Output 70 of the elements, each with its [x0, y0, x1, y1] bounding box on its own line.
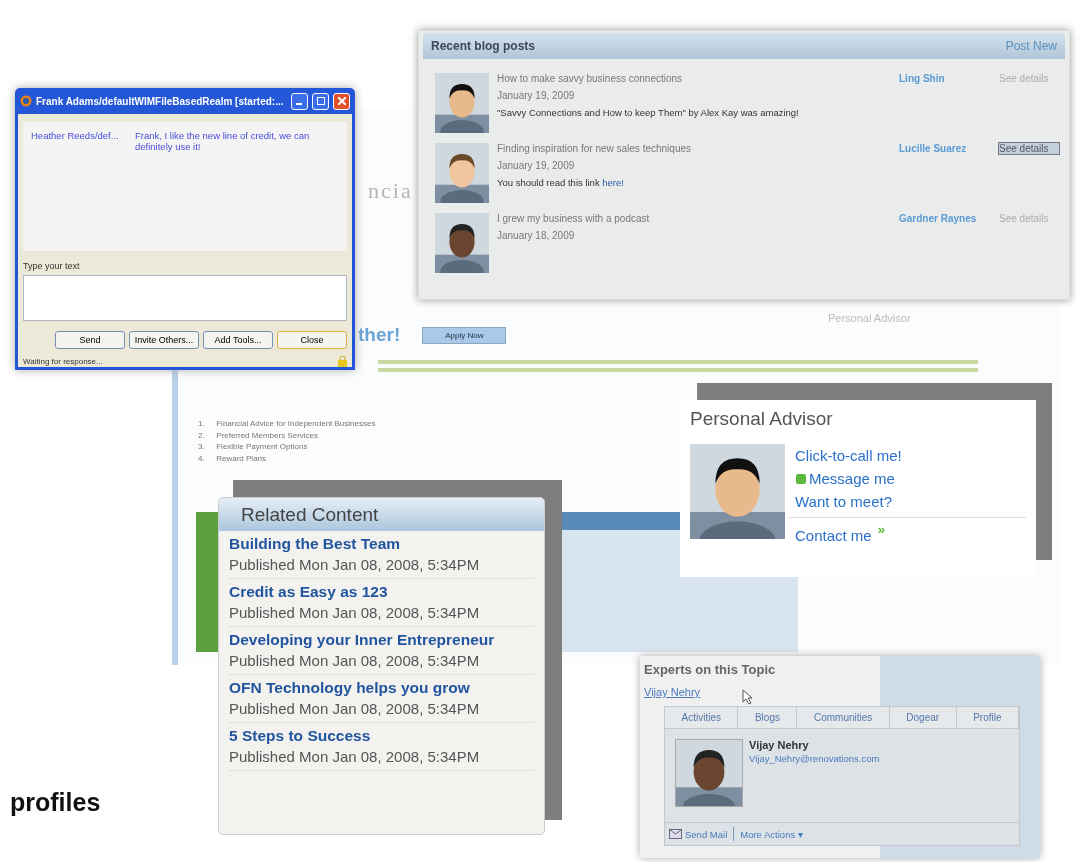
panel-title: Related Content [241, 503, 379, 526]
list-item: 1. Financial Advice for Independent Businesses [198, 418, 376, 430]
contact-me-link[interactable]: Contact me $^{»}$ [795, 524, 1026, 547]
dialog-button[interactable]: Send [55, 331, 125, 349]
here-link[interactable]: here! [602, 177, 624, 188]
tab[interactable]: Activities [665, 707, 739, 728]
apply-button[interactable]: Apply Now [422, 326, 507, 344]
person-name: Vijay Nehry [749, 739, 810, 751]
advisor-link[interactable]: Message me [795, 467, 1026, 490]
article-link[interactable]: 5 Steps to Success [229, 727, 534, 745]
list-item: 4. Reward Plans [198, 452, 268, 464]
article-link[interactable]: Building the Best Team [229, 535, 534, 553]
page-heading: ther! [358, 324, 401, 346]
status-text: Waiting for response... [23, 357, 103, 366]
lock-icon [338, 356, 347, 367]
card-title: Personal Advisor [690, 408, 833, 429]
mail-icon [669, 829, 682, 839]
dialog-button[interactable]: Close [277, 331, 347, 349]
dialog-button[interactable]: Add Tools... [203, 331, 273, 349]
site-logo: ncia [368, 178, 413, 204]
publish-date: Published Mon Jan 08, 2008, 5:34PM [229, 556, 481, 573]
sidebar-title: Personal Advisor [828, 312, 911, 324]
panel-title: Recent blog posts [431, 39, 535, 53]
post-date: January 19, 2009 [497, 90, 576, 101]
message-sender: Heather Reeds/def... [31, 130, 120, 143]
post-comment: You should read this link here! [497, 177, 625, 188]
caption-text: profiles [10, 788, 101, 817]
post-date: January 19, 2009 [497, 160, 576, 171]
message-input-field[interactable] [23, 275, 347, 321]
window-title: Frank Adams/defaultWIMFileBasedRealm [started:... [36, 95, 285, 107]
email-link[interactable]: Vijay_Nehry@renovations.com [749, 753, 880, 764]
more-actions-menu[interactable]: More Actions ▾ [740, 828, 803, 840]
post-comment: "Savvy Connections and How to keep Them" by Alex Kay was amazing! [497, 107, 800, 118]
input-label: Type your text [23, 261, 81, 272]
expert-link[interactable]: Vijay Nehry [644, 686, 701, 698]
send-mail-link[interactable]: Send Mail [669, 828, 728, 840]
tab[interactable]: Communities [797, 707, 890, 728]
close-icon [337, 97, 346, 105]
author-link[interactable]: Ling Shin [899, 73, 999, 84]
author-link[interactable]: Lucille Suarez [899, 143, 999, 154]
tab[interactable]: Dogear [889, 707, 957, 728]
tab[interactable]: Profile [956, 707, 1019, 728]
mouse-cursor-icon [742, 689, 754, 705]
post-title: I grew my business with a podcast [497, 213, 651, 224]
advisor-link[interactable]: Click-to-call me! [795, 444, 1026, 467]
article-link[interactable]: Credit as Easy as 123 [229, 583, 534, 601]
dialog-button[interactable]: Invite Others... [129, 331, 199, 349]
panel-title: Experts on this Topic [644, 662, 776, 677]
list-item: 3. Flexible Payment Options [198, 441, 309, 453]
minimize-button[interactable] [291, 92, 308, 110]
publish-date: Published Mon Jan 08, 2008, 5:34PM [229, 700, 481, 717]
see-details-link[interactable]: See details [999, 143, 1059, 154]
close-button[interactable] [333, 92, 350, 110]
maximize-icon [316, 97, 325, 105]
maximize-button[interactable] [312, 92, 329, 110]
post-date: January 18, 2009 [497, 230, 576, 241]
publish-date: Published Mon Jan 08, 2008, 5:34PM [229, 748, 481, 765]
tab[interactable]: Blogs [738, 707, 798, 728]
article-link[interactable]: Developing your Inner Entrepreneur [229, 631, 534, 649]
article-link[interactable]: OFN Technology helps you grow [229, 679, 534, 697]
post-title: Finding inspiration for new sales techniques [497, 143, 692, 154]
author-link[interactable]: Gardner Raynes [899, 213, 999, 224]
online-status-icon [795, 472, 807, 485]
advisor-link[interactable]: Want to meet? [795, 490, 1026, 513]
browser-icon [20, 95, 32, 107]
publish-date: Published Mon Jan 08, 2008, 5:34PM [229, 652, 481, 669]
post-title: How to make savvy business connections [497, 73, 684, 84]
list-item: 2. Preferred Members Services [198, 429, 320, 441]
publish-date: Published Mon Jan 08, 2008, 5:34PM [229, 604, 481, 621]
message-text: Frank, I like the new line of credit, we can definitely use it! [135, 130, 311, 152]
